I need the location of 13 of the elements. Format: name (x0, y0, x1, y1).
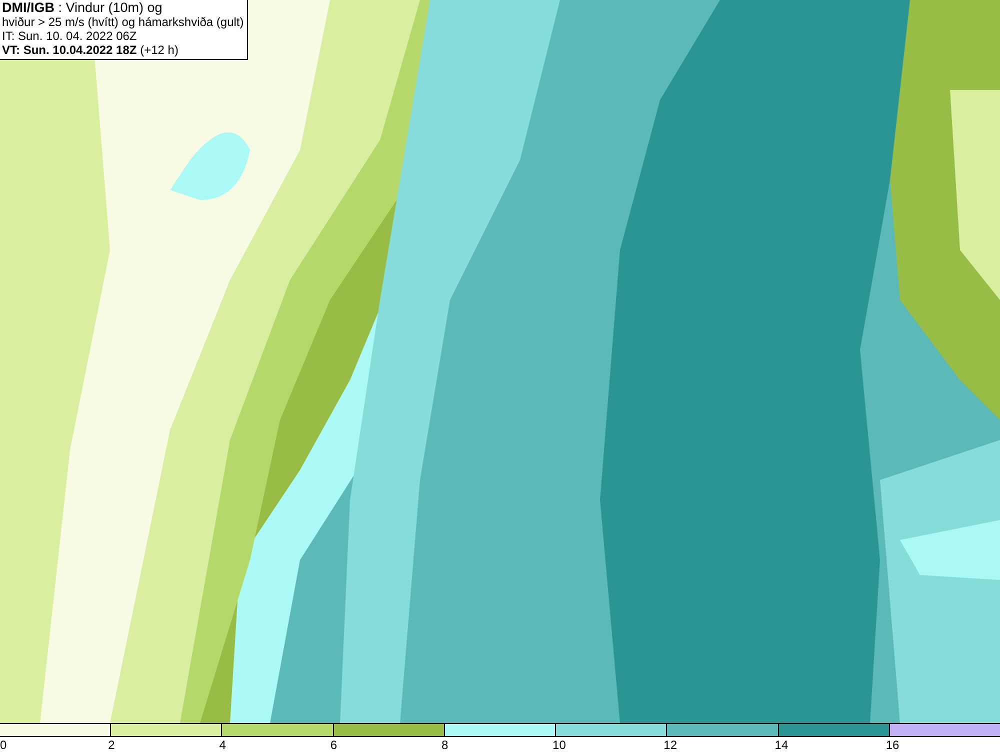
legend-tick-label: 0 (0, 737, 7, 753)
legend-tick-label: 10 (552, 737, 566, 753)
legend-tick-label: 8 (441, 737, 448, 753)
legend-tick-label: 6 (330, 737, 338, 753)
legend-tick-label: 16 (886, 737, 900, 753)
header-text: IT: Sun. 10. 04. 2022 06Z (2, 29, 138, 43)
legend-tick-label: 12 (664, 737, 678, 753)
header-text: VT: Sun. 10.04.2022 18Z (+12 h) (2, 43, 180, 57)
header-text: DMI/IGB : Vindur (10m) og (2, 1, 164, 15)
legend-tick-label: 14 (774, 737, 788, 753)
legend-tick-label: 4 (219, 737, 226, 753)
header-text: hviður > 25 m/s (hvítt) og hámarkshviða (gult) (2, 15, 244, 29)
legend-tick-label: 2 (108, 737, 115, 753)
